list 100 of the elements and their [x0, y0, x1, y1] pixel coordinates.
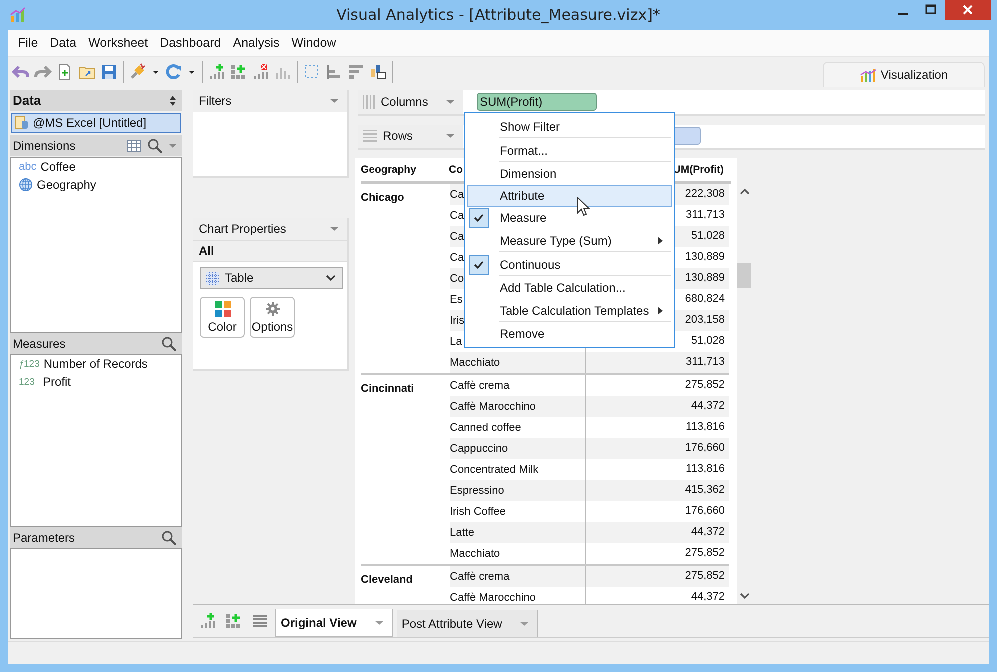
table-cell: Cincinnati: [361, 383, 414, 395]
table-cell: Chicago: [361, 192, 404, 204]
columns-icon: [363, 94, 375, 109]
panel-title: Parameters: [13, 530, 76, 544]
plug-icon[interactable]: [129, 63, 147, 81]
table-cell: Ca: [450, 230, 464, 242]
menu-item[interactable]: Dimension: [467, 163, 672, 185]
table-cell: Concentrated Milk: [450, 464, 539, 476]
table-cell: Es: [450, 294, 463, 306]
refresh-icon[interactable]: [165, 63, 183, 81]
table-cell: Cappuccino: [450, 442, 508, 454]
sheet-tab[interactable]: Original View: [275, 609, 393, 637]
table-cell: 44,372: [585, 396, 729, 417]
shelf-label: Rows: [383, 129, 414, 144]
table-cell: 275,852: [585, 566, 729, 587]
scroll-up-icon[interactable]: [738, 188, 750, 196]
column-header: Co: [449, 164, 463, 176]
list-icon[interactable]: [251, 612, 269, 630]
menu-item[interactable]: Analysis: [227, 36, 286, 50]
table-cell: 44,372: [585, 522, 729, 543]
redo-icon[interactable]: [34, 63, 52, 81]
chart-type-select[interactable]: Table: [200, 267, 343, 289]
table-icon: [206, 272, 219, 284]
checkmark-icon: [469, 208, 489, 228]
table-cell: Irish Coffee: [450, 506, 506, 518]
table-cell: Cleveland: [361, 574, 413, 586]
type-label: abc: [19, 161, 37, 173]
table-cell: Ca: [450, 210, 464, 222]
selection-icon[interactable]: [303, 63, 321, 81]
field-item[interactable]: ƒ123 Number of Records: [11, 355, 181, 373]
rows-icon: [363, 130, 377, 142]
table-cell: 275,852: [585, 543, 729, 564]
table-cell: 176,660: [585, 438, 729, 459]
field-pill[interactable]: SUM(Profit): [477, 92, 597, 111]
table-cell: 44,372: [585, 587, 729, 604]
submenu-arrow-icon: [658, 307, 663, 315]
close-icon[interactable]: [945, 0, 991, 20]
column-header: UM(Profit): [672, 164, 724, 176]
search-icon[interactable]: [161, 530, 177, 546]
panel-title: Dimensions: [13, 138, 76, 152]
chevron-down-icon: [326, 274, 336, 282]
menu-item[interactable]: Window: [286, 36, 342, 50]
add-chart-icon[interactable]: [208, 63, 226, 81]
table-cell: Espressino: [450, 484, 504, 496]
sheet-tab[interactable]: Post Attribute View: [396, 610, 538, 637]
menu-item[interactable]: Worksheet: [82, 36, 154, 50]
table-cell: Co: [450, 272, 464, 284]
table-cell: Caffè Marocchino: [450, 400, 536, 412]
type-label: 123: [19, 376, 36, 388]
bars-icon[interactable]: [325, 63, 343, 81]
visualization-tab[interactable]: Visualization: [823, 62, 985, 87]
table-cell: Caffè crema: [450, 380, 510, 392]
menu-item[interactable]: Dashboard: [154, 36, 228, 50]
section-label: All: [199, 244, 214, 258]
table-cell: Macchiato: [450, 548, 500, 560]
scroll-down-icon[interactable]: [738, 592, 750, 600]
panel-title: Measures: [13, 336, 66, 350]
search-icon[interactable]: [147, 138, 163, 154]
property-button[interactable]: Color: [200, 297, 245, 338]
delete-chart-icon[interactable]: [252, 63, 270, 81]
menu-item[interactable]: Data: [44, 36, 83, 50]
add-chart-icon[interactable]: [199, 612, 217, 630]
menu-item[interactable]: Attribute: [467, 185, 672, 207]
sort-arrows-icon[interactable]: [169, 94, 177, 106]
add-table-icon[interactable]: [225, 612, 243, 630]
type-label: ƒ123: [19, 358, 40, 370]
table-cell: Ca: [450, 252, 464, 264]
menu-item[interactable]: Continuous: [467, 253, 672, 277]
table-icon[interactable]: [127, 140, 141, 152]
table-cell: Caffè crema: [450, 570, 510, 582]
cursor-icon: [577, 197, 590, 217]
table-cell: Latte: [450, 526, 474, 538]
add-table-icon[interactable]: [230, 63, 248, 81]
undo-icon[interactable]: [12, 63, 30, 81]
color-swatch-icon: [214, 301, 230, 317]
field-item[interactable]: Geography: [11, 176, 181, 194]
field-item[interactable]: abc Coffee: [11, 158, 181, 176]
search-icon[interactable]: [161, 336, 177, 352]
globe-icon: [19, 178, 33, 192]
scrollbar-thumb[interactable]: [737, 263, 751, 288]
table-cell: Iris: [450, 314, 465, 326]
table-cell: Macchiato: [450, 356, 500, 368]
save-icon[interactable]: [100, 63, 118, 81]
field-item[interactable]: 123 Profit: [11, 373, 181, 391]
property-button[interactable]: Options: [250, 297, 295, 338]
panel-title: Data: [13, 93, 42, 108]
submenu-arrow-icon: [658, 237, 663, 245]
column-header: Geography: [361, 164, 418, 176]
app-icon: [10, 7, 26, 23]
shelf-label: Columns: [381, 94, 430, 109]
data-source-item[interactable]: @MS Excel [Untitled]: [11, 113, 181, 133]
table-cell: 415,362: [585, 480, 729, 501]
table-cell: Canned coffee: [450, 422, 522, 434]
table-cell: La: [450, 336, 462, 348]
menu-item[interactable]: File: [12, 36, 44, 50]
chart-legend-icon[interactable]: [369, 63, 387, 81]
database-icon: [15, 116, 29, 130]
panel-title: Chart Properties: [199, 222, 286, 236]
window-title: Visual Analytics - [Attribute_Measure.vizx]*: [336, 6, 662, 24]
chart-icon: [860, 67, 878, 83]
